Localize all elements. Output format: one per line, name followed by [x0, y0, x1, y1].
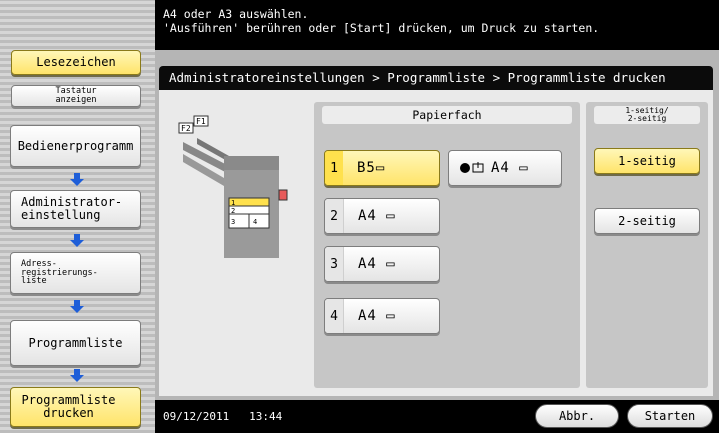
- cancel-button[interactable]: Abbr.: [535, 404, 619, 428]
- bookmark-label: Lesezeichen: [36, 55, 116, 70]
- message-line-2: 'Ausführen' berühren oder [Start] drücke…: [163, 21, 600, 35]
- step-programmliste-drucken[interactable]: Programmliste drucken: [10, 387, 141, 427]
- tray-number: 2: [325, 199, 344, 233]
- tray-number: 1: [325, 151, 343, 185]
- down-arrow-icon: [70, 234, 84, 248]
- show-keyboard-button[interactable]: Tastatur anzeigen: [11, 85, 141, 107]
- one-sided-label: 1-seitig: [618, 154, 676, 168]
- step-bedienerprogramm[interactable]: Bedienerprogramm: [10, 125, 141, 167]
- navigation-panel: Lesezeichen Tastatur anzeigen Bedienerpr…: [0, 0, 155, 433]
- tray-2-button[interactable]: 2 A4 ▭: [324, 198, 440, 234]
- cancel-label: Abbr.: [558, 409, 596, 423]
- tray-size: A4 ▭: [358, 308, 396, 324]
- message-line-1: A4 oder A3 auswählen.: [163, 7, 309, 21]
- tray-number: 3: [325, 247, 344, 281]
- down-arrow-icon: [70, 369, 84, 383]
- start-label: Starten: [644, 409, 696, 423]
- tray-1-button[interactable]: 1 B5▭: [324, 150, 440, 186]
- tray-3-button[interactable]: 3 A4 ▭: [324, 246, 440, 282]
- step-label: Administrator-einstellung: [21, 195, 123, 222]
- printer-diagram-icon: F1 F2 1 2 3 4: [178, 115, 288, 258]
- duplex-header: 1-seitig/ 2-seitig: [594, 106, 700, 124]
- step-label: Bedienerprogramm: [17, 138, 134, 153]
- paper-tray-header: Papierfach: [322, 106, 572, 124]
- f1-label: F1: [196, 117, 206, 126]
- main-area: Administratoreinstellungen > Programmlis…: [155, 50, 719, 400]
- down-arrow-icon: [70, 173, 84, 187]
- down-arrow-icon: [70, 300, 84, 314]
- step-administratoreinstellung[interactable]: Administrator-einstellung: [10, 190, 141, 228]
- date-time: 09/12/2011 13:44: [163, 410, 282, 423]
- date: 09/12/2011: [163, 410, 230, 423]
- tray-size: B5▭: [357, 160, 386, 176]
- one-sided-button[interactable]: 1-seitig: [594, 148, 700, 174]
- step-label: Programmliste: [28, 335, 123, 350]
- bypass-tray-button[interactable]: A4 ▭: [448, 150, 562, 186]
- step-label: Adress-registrierungs-liste: [21, 258, 98, 287]
- step-adressregistrierungsliste[interactable]: Adress-registrierungs-liste: [10, 252, 141, 294]
- settings-content: F1 F2 1 2 3 4 Papierfach 1 B5▭ A4 ▭ 2 A4…: [159, 90, 713, 396]
- tray-size: A4 ▭: [358, 256, 396, 272]
- tray-number: 4: [325, 299, 344, 333]
- start-button[interactable]: Starten: [627, 404, 713, 428]
- instruction-message: A4 oder A3 auswählen. 'Ausführen' berühr…: [155, 0, 719, 50]
- duplex-header-line-2: 2-seitig: [627, 114, 667, 123]
- slot-4-label: 4: [253, 218, 257, 226]
- bypass-tray-size: A4 ▭: [491, 160, 529, 176]
- copier-screen: Lesezeichen Tastatur anzeigen Bedienerpr…: [0, 0, 719, 433]
- step-label: Programmliste drucken: [21, 393, 116, 420]
- two-sided-label: 2-seitig: [618, 214, 676, 228]
- breadcrumb: Administratoreinstellungen > Programmlis…: [159, 66, 713, 90]
- keyboard-label: Tastatur anzeigen: [55, 86, 97, 105]
- two-sided-button[interactable]: 2-seitig: [594, 208, 700, 234]
- bookmark-button[interactable]: Lesezeichen: [11, 50, 141, 75]
- duplex-panel: 1-seitig/ 2-seitig 1-seitig 2-seitig: [586, 102, 708, 388]
- time: 13:44: [249, 410, 283, 423]
- step-programmliste[interactable]: Programmliste: [10, 320, 141, 366]
- paper-tray-panel: Papierfach 1 B5▭ A4 ▭ 2 A4 ▭ 3 A4 ▭ 4 A4…: [314, 102, 580, 388]
- tray-4-button[interactable]: 4 A4 ▭: [324, 298, 440, 334]
- bypass-tray-icon: [460, 162, 484, 173]
- tray-size: A4 ▭: [358, 208, 396, 224]
- slot-3-label: 3: [231, 218, 235, 226]
- f2-label: F2: [181, 124, 191, 133]
- status-bar: 09/12/2011 13:44 Abbr. Starten: [155, 400, 719, 433]
